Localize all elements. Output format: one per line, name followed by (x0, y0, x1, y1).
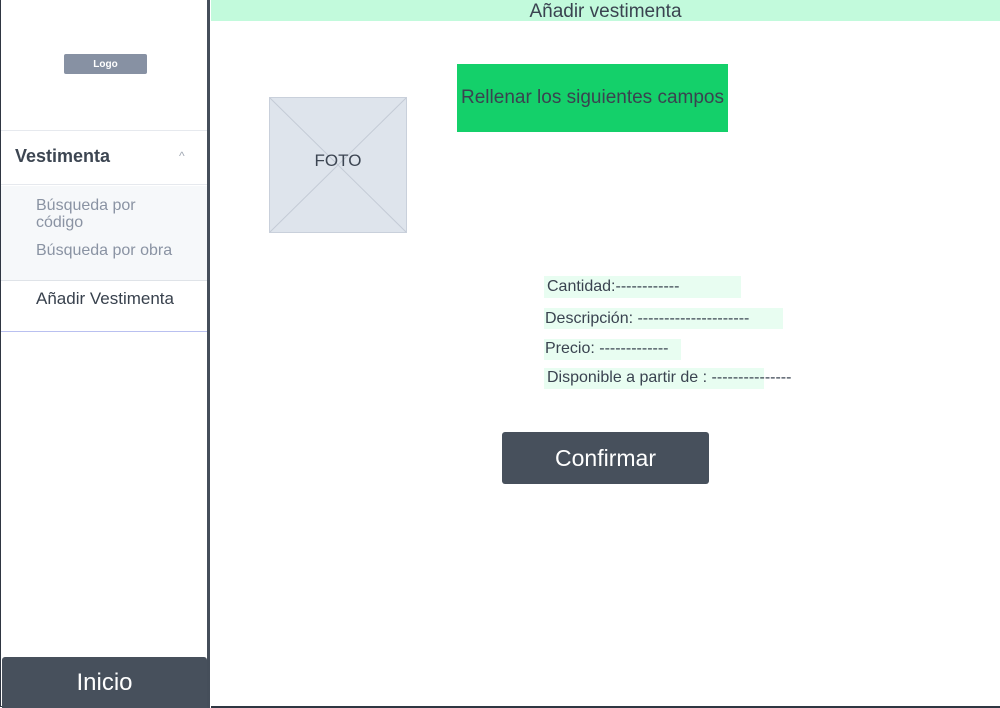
sidebar-section-title: Vestimenta (15, 146, 111, 166)
instructions-banner: Rellenar los siguientes campos (457, 64, 728, 132)
disponible-field[interactable]: Disponible a partir de : --------------- (547, 368, 791, 388)
sidebar-item-label: Añadir Vestimenta (36, 289, 174, 308)
chevron-up-icon[interactable]: ^ (179, 149, 185, 163)
sidebar-subnav: Búsqueda por código Búsqueda por obra (1, 186, 208, 281)
cantidad-field[interactable]: Cantidad:------------ (547, 277, 679, 297)
home-button[interactable]: Inicio (2, 657, 207, 708)
precio-field[interactable]: Precio: ------------- (545, 339, 669, 359)
sidebar-divider (207, 0, 210, 708)
photo-placeholder[interactable]: FOTO (269, 97, 407, 233)
confirm-button[interactable]: Confirmar (502, 432, 709, 484)
photo-label: FOTO (314, 151, 362, 170)
sidebar-item-busqueda-obra[interactable]: Búsqueda por obra (36, 242, 186, 259)
sidebar: Logo Vestimenta ^ Búsqueda por código Bú… (0, 0, 208, 707)
sidebar-section-vestimenta[interactable]: Vestimenta ^ (1, 130, 208, 185)
sidebar-item-busqueda-codigo[interactable]: Búsqueda por código (36, 197, 186, 231)
descripcion-field[interactable]: Descripción: --------------------- (545, 309, 749, 329)
sidebar-item-anadir-vestimenta[interactable]: Añadir Vestimenta (1, 281, 208, 332)
logo: Logo (64, 54, 147, 74)
page-title: Añadir vestimenta (211, 0, 1000, 22)
